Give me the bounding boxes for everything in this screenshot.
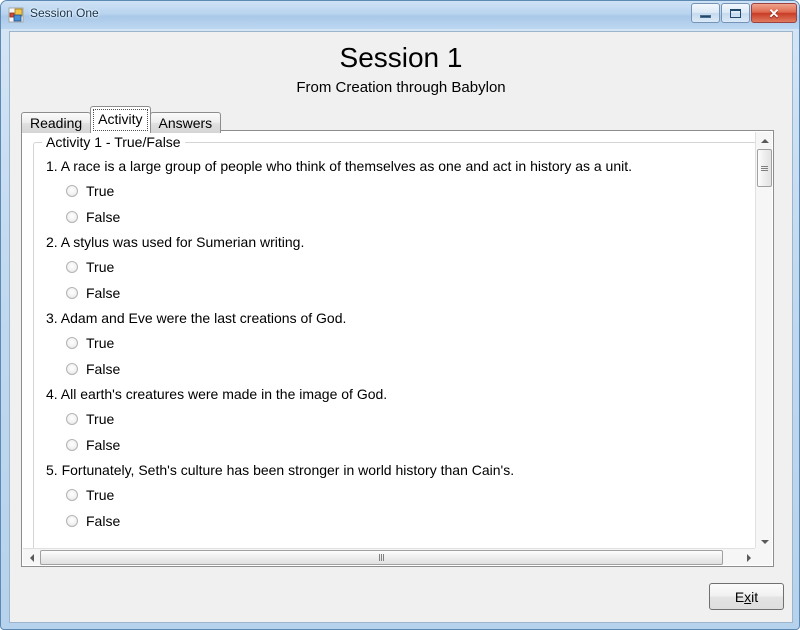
radio-option-label: False bbox=[86, 361, 121, 377]
tab-activity-label: Activity bbox=[98, 111, 143, 127]
chevron-down-icon bbox=[760, 539, 769, 544]
vertical-scroll-thumb[interactable] bbox=[757, 149, 772, 187]
radio-option-label: False bbox=[86, 513, 121, 529]
vertical-scrollbar[interactable] bbox=[755, 132, 772, 550]
horizontal-scroll-thumb[interactable] bbox=[40, 550, 723, 565]
radio-option-label: False bbox=[86, 285, 121, 301]
groupbox-legend: Activity 1 - True/False bbox=[42, 134, 185, 150]
radio-option-false-q2[interactable]: False bbox=[66, 282, 757, 304]
page-subtitle: From Creation through Babylon bbox=[296, 79, 506, 96]
radio-option-true-q2[interactable]: True bbox=[66, 256, 757, 278]
window-controls: ✕ bbox=[691, 3, 797, 23]
window-title: Session One bbox=[30, 6, 99, 20]
radio-option-false-q3[interactable]: False bbox=[66, 358, 757, 380]
form-client-area: Session 1 From Creation through Babylon … bbox=[9, 31, 793, 623]
application-window: Session One ✕ Session 1 From Creation th… bbox=[0, 0, 800, 630]
scrollbar-corner bbox=[755, 548, 772, 565]
radio-option-label: True bbox=[86, 259, 115, 275]
maximize-icon bbox=[730, 8, 741, 18]
radio-option-true-q5[interactable]: True bbox=[66, 484, 757, 506]
exit-label-suffix: it bbox=[751, 588, 759, 605]
scroll-up-button[interactable] bbox=[756, 132, 773, 149]
page-title: Session 1 bbox=[339, 42, 463, 73]
radio-option-label: True bbox=[86, 183, 115, 199]
exit-button[interactable]: Ex it bbox=[709, 583, 784, 610]
question-text: 5. Fortunately, Seth's culture has been … bbox=[46, 462, 515, 478]
chevron-up-icon bbox=[760, 138, 769, 143]
tab-reading[interactable]: Reading bbox=[21, 112, 92, 133]
tab-activity[interactable]: Activity bbox=[90, 106, 151, 131]
minimize-button[interactable] bbox=[691, 3, 720, 23]
tab-strip: Reading Activity Answers bbox=[21, 106, 222, 133]
exit-label-accelerator: x bbox=[744, 588, 752, 605]
radio-option-label: False bbox=[86, 209, 121, 225]
radio-button-icon[interactable] bbox=[66, 515, 78, 527]
radio-option-label: True bbox=[86, 487, 115, 503]
chevron-left-icon bbox=[29, 553, 34, 562]
grip-icon bbox=[761, 165, 768, 171]
title-bar: Session One ✕ bbox=[1, 1, 799, 29]
activity-groupbox: Activity 1 - True/False 1. A race is a l… bbox=[33, 134, 757, 550]
minimize-icon bbox=[700, 14, 711, 18]
app-icon bbox=[8, 7, 24, 23]
tab-reading-label: Reading bbox=[30, 115, 83, 131]
chevron-right-icon bbox=[746, 553, 751, 562]
radio-option-label: True bbox=[86, 335, 115, 351]
radio-option-true-q4[interactable]: True bbox=[66, 408, 757, 430]
question-text: 1. A race is a large group of people who… bbox=[46, 158, 633, 174]
radio-button-icon[interactable] bbox=[66, 489, 78, 501]
question-text: 3. Adam and Eve were the last creations … bbox=[46, 310, 347, 326]
tab-page-activity: Activity 1 - True/False 1. A race is a l… bbox=[21, 130, 774, 567]
close-button[interactable]: ✕ bbox=[751, 3, 797, 23]
tab-answers[interactable]: Answers bbox=[149, 112, 222, 133]
radio-button-icon[interactable] bbox=[66, 261, 78, 273]
exit-label-prefix: E bbox=[734, 588, 745, 605]
question-text: 2. A stylus was used for Sumerian writin… bbox=[46, 234, 305, 250]
radio-button-icon[interactable] bbox=[66, 185, 78, 197]
close-icon: ✕ bbox=[768, 5, 780, 21]
question-text: 4. All earth's creatures were made in th… bbox=[46, 386, 388, 402]
radio-option-false-q5[interactable]: False bbox=[66, 510, 757, 532]
tab-answers-label: Answers bbox=[158, 115, 213, 131]
radio-button-icon[interactable] bbox=[66, 363, 78, 375]
radio-option-label: False bbox=[86, 437, 121, 453]
horizontal-scrollbar[interactable] bbox=[23, 548, 757, 565]
radio-button-icon[interactable] bbox=[66, 439, 78, 451]
radio-option-false-q4[interactable]: False bbox=[66, 434, 757, 456]
radio-button-icon[interactable] bbox=[66, 337, 78, 349]
radio-option-true-q3[interactable]: True bbox=[66, 332, 757, 354]
scroll-left-button[interactable] bbox=[23, 549, 40, 566]
question-list: 1. A race is a large group of people who… bbox=[34, 156, 757, 536]
radio-button-icon[interactable] bbox=[66, 287, 78, 299]
radio-option-true-q1[interactable]: True bbox=[66, 180, 757, 202]
scroll-viewport: Activity 1 - True/False 1. A race is a l… bbox=[23, 132, 757, 550]
radio-button-icon[interactable] bbox=[66, 413, 78, 425]
radio-option-label: True bbox=[86, 411, 115, 427]
radio-button-icon[interactable] bbox=[66, 211, 78, 223]
grip-icon bbox=[379, 554, 384, 561]
maximize-button[interactable] bbox=[721, 3, 750, 23]
radio-option-false-q1[interactable]: False bbox=[66, 206, 757, 228]
